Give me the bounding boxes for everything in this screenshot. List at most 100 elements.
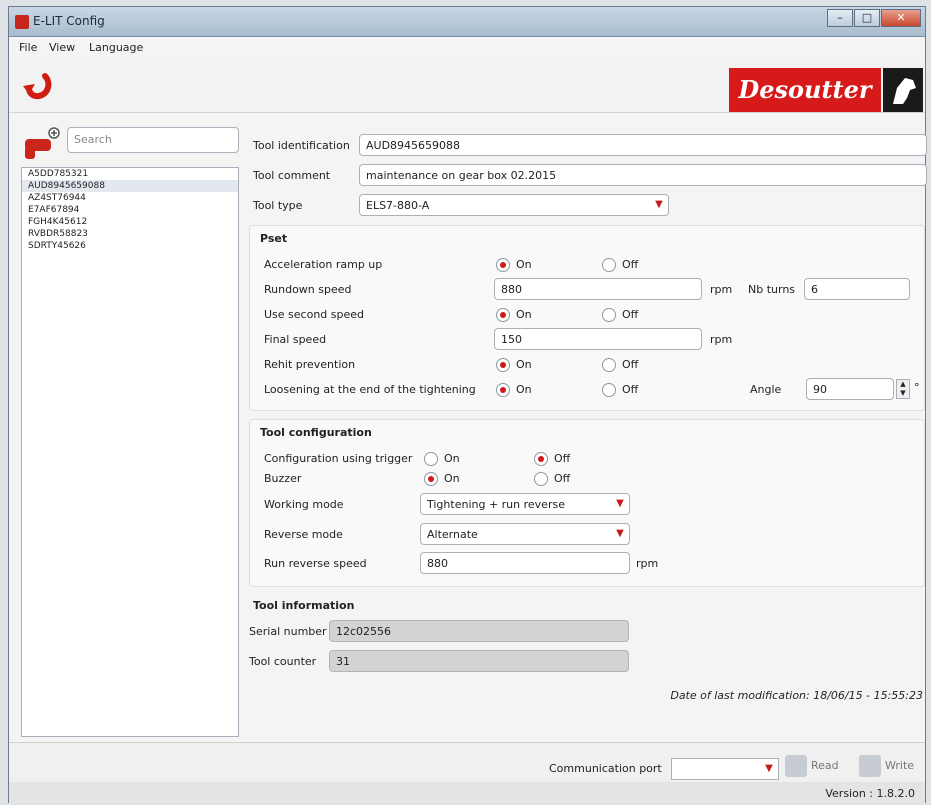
final-speed-unit: rpm bbox=[710, 333, 733, 346]
menu-language[interactable]: Language bbox=[89, 41, 143, 54]
final-speed-label: Final speed bbox=[264, 333, 327, 346]
pset-group: Pset Acceleration ramp up On Off Rundown… bbox=[249, 225, 925, 411]
close-icon[interactable]: ✕ bbox=[881, 9, 921, 27]
horse-logo-icon bbox=[883, 68, 923, 112]
buzzer-on-label: On bbox=[444, 472, 460, 485]
chevron-down-icon: ▼ bbox=[655, 199, 663, 210]
rehit-on-label: On bbox=[516, 358, 532, 371]
serial-number-label: Serial number bbox=[249, 625, 327, 638]
list-item[interactable]: RVBDR58823 bbox=[22, 228, 238, 240]
buzzer-off-label: Off bbox=[554, 472, 571, 485]
nb-turns-field[interactable]: 6 bbox=[804, 278, 910, 300]
search-input[interactable]: Search bbox=[67, 127, 239, 153]
list-item[interactable]: E7AF67894 bbox=[22, 204, 238, 216]
config-title: Tool configuration bbox=[260, 426, 372, 439]
buzzer-on-radio[interactable] bbox=[424, 472, 438, 486]
trigger-off-radio[interactable] bbox=[534, 452, 548, 466]
reverse-mode-label: Reverse mode bbox=[264, 528, 343, 541]
tool-configuration-group: Tool configuration Configuration using t… bbox=[249, 419, 925, 587]
accel-label: Acceleration ramp up bbox=[264, 258, 383, 271]
accel-on-radio[interactable] bbox=[496, 258, 510, 272]
rehit-on-radio[interactable] bbox=[496, 358, 510, 372]
write-button[interactable]: Write bbox=[859, 755, 914, 781]
communication-port-label: Communication port bbox=[549, 762, 662, 775]
degree-unit: ° bbox=[914, 381, 920, 394]
accel-on-label: On bbox=[516, 258, 532, 271]
version-label: Version : 1.8.2.0 bbox=[825, 787, 915, 800]
trigger-label: Configuration using trigger bbox=[264, 452, 413, 465]
communication-port-select[interactable]: ▼ bbox=[671, 758, 779, 780]
tool-panel: Search A5DD785321 AUD8945659088 AZ4ST769… bbox=[17, 117, 239, 737]
serial-number-field: 12c02556 bbox=[329, 620, 629, 642]
loosen-off-radio[interactable] bbox=[602, 383, 616, 397]
second-on-radio[interactable] bbox=[496, 308, 510, 322]
last-modification: Date of last modification: 18/06/15 - 15… bbox=[670, 689, 923, 702]
read-icon bbox=[785, 755, 807, 777]
accel-off-radio[interactable] bbox=[602, 258, 616, 272]
angle-field[interactable]: 90 bbox=[806, 378, 894, 400]
working-mode-label: Working mode bbox=[264, 498, 344, 511]
tool-details-panel: Tool identification AUD8945659088 Tool c… bbox=[245, 117, 929, 737]
rundown-unit: rpm bbox=[710, 283, 733, 296]
menu-bar: File View Language bbox=[9, 38, 925, 58]
nb-turns-label: Nb turns bbox=[748, 283, 796, 296]
rehit-label: Rehit prevention bbox=[264, 358, 356, 371]
loosen-off-label: Off bbox=[622, 383, 639, 396]
trigger-on-radio[interactable] bbox=[424, 452, 438, 466]
rehit-off-label: Off bbox=[622, 358, 639, 371]
reverse-mode-value: Alternate bbox=[427, 528, 478, 541]
chevron-down-icon: ▼ bbox=[616, 528, 624, 539]
add-tool-icon[interactable] bbox=[21, 127, 61, 161]
working-mode-value: Tightening + run reverse bbox=[427, 498, 565, 511]
write-label: Write bbox=[885, 759, 915, 772]
menu-view[interactable]: View bbox=[49, 41, 75, 54]
tool-type-value: ELS7-880-A bbox=[366, 199, 430, 212]
reverse-mode-select[interactable]: Alternate ▼ bbox=[420, 523, 630, 545]
rundown-speed-field[interactable]: 880 bbox=[494, 278, 702, 300]
trigger-off-label: Off bbox=[554, 452, 571, 465]
tool-type-select[interactable]: ELS7-880-A ▼ bbox=[359, 194, 669, 216]
run-reverse-speed-label: Run reverse speed bbox=[264, 557, 367, 570]
read-label: Read bbox=[811, 759, 839, 772]
list-item[interactable]: SDRTY45626 bbox=[22, 240, 238, 252]
tool-counter-label: Tool counter bbox=[249, 655, 317, 668]
tool-comment-field[interactable]: maintenance on gear box 02.2015 bbox=[359, 164, 927, 186]
accel-off-label: Off bbox=[622, 258, 639, 271]
minimize-icon[interactable]: – bbox=[827, 9, 853, 27]
tool-counter-field: 31 bbox=[329, 650, 629, 672]
window-controls: – □ ✕ bbox=[826, 9, 921, 27]
angle-spinner[interactable]: ▲ ▼ bbox=[896, 379, 910, 399]
run-reverse-speed-field[interactable]: 880 bbox=[420, 552, 630, 574]
loosen-on-label: On bbox=[516, 383, 532, 396]
loosen-on-radio[interactable] bbox=[496, 383, 510, 397]
app-icon bbox=[15, 15, 29, 29]
maximize-icon[interactable]: □ bbox=[854, 9, 880, 27]
version-bar bbox=[9, 782, 925, 804]
tool-id-field[interactable]: AUD8945659088 bbox=[359, 134, 927, 156]
write-icon bbox=[859, 755, 881, 777]
pset-title: Pset bbox=[260, 232, 288, 245]
second-off-radio[interactable] bbox=[602, 308, 616, 322]
tool-comment-label: Tool comment bbox=[253, 169, 331, 182]
list-item[interactable]: FGH4K45612 bbox=[22, 216, 238, 228]
list-item[interactable]: AUD8945659088 bbox=[22, 180, 238, 192]
window-title: E-LIT Config bbox=[33, 14, 105, 28]
final-speed-field[interactable]: 150 bbox=[494, 328, 702, 350]
buzzer-label: Buzzer bbox=[264, 472, 302, 485]
second-off-label: Off bbox=[622, 308, 639, 321]
rundown-label: Rundown speed bbox=[264, 283, 352, 296]
loosen-label: Loosening at the end of the tightening bbox=[264, 383, 476, 396]
tool-list: A5DD785321 AUD8945659088 AZ4ST76944 E7AF… bbox=[21, 167, 239, 737]
working-mode-select[interactable]: Tightening + run reverse ▼ bbox=[420, 493, 630, 515]
status-bar: Communication port ▼ Read Write Version … bbox=[9, 742, 925, 804]
list-item[interactable]: AZ4ST76944 bbox=[22, 192, 238, 204]
list-item[interactable]: A5DD785321 bbox=[22, 168, 238, 180]
undo-icon[interactable] bbox=[21, 68, 55, 102]
toolbar: Desoutter bbox=[9, 58, 925, 113]
rehit-off-radio[interactable] bbox=[602, 358, 616, 372]
tool-id-label: Tool identification bbox=[253, 139, 350, 152]
second-on-label: On bbox=[516, 308, 532, 321]
menu-file[interactable]: File bbox=[19, 41, 37, 54]
read-button[interactable]: Read bbox=[785, 755, 839, 781]
buzzer-off-radio[interactable] bbox=[534, 472, 548, 486]
